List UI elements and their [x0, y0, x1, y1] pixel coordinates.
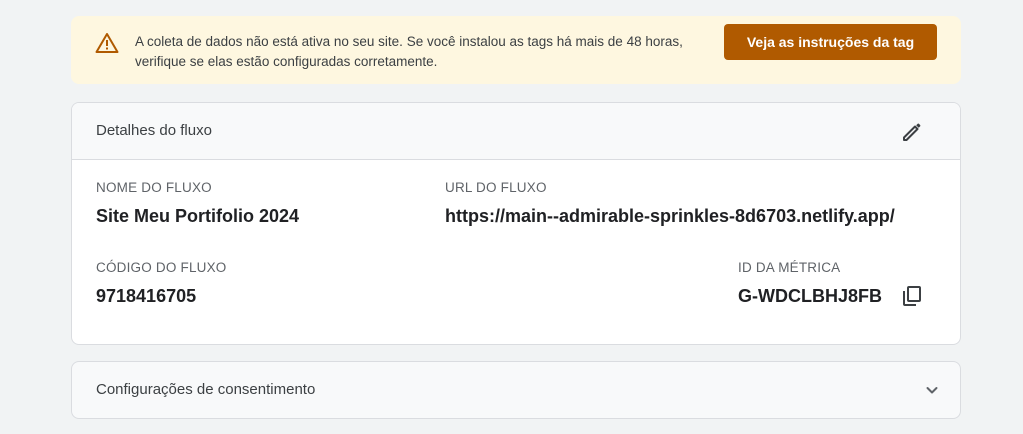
stream-details-title: Detalhes do fluxo — [96, 122, 212, 139]
measurement-id-label: ID DA MÉTRICA — [738, 260, 841, 275]
stream-name: Site Meu Portifolio 2024 — [96, 206, 300, 226]
stream-url-label: URL DO FLUXO — [445, 180, 547, 195]
measurement-id: G-WDCLBHJ8FB — [738, 286, 882, 306]
stream-name-label: NOME DO FLUXO — [96, 180, 212, 195]
stream-url: https://main--admirable-sprinkles-8d6703… — [445, 206, 895, 226]
view-tag-instructions-button[interactable]: Veja as instruções da tag — [724, 24, 937, 60]
copy-icon[interactable] — [900, 284, 924, 308]
warning-icon — [95, 33, 119, 53]
stream-code: 9718416705 — [96, 286, 197, 306]
chevron-down-icon[interactable] — [922, 380, 942, 400]
consent-settings-title: Configurações de consentimento — [96, 381, 316, 398]
stream-details-header: Detalhes do fluxo — [72, 103, 960, 160]
pencil-icon[interactable] — [900, 120, 924, 144]
stream-details-card: Detalhes do fluxo NOME DO FLUXO Site Meu… — [71, 102, 961, 345]
stream-code-label: CÓDIGO DO FLUXO — [96, 260, 227, 275]
consent-settings-panel[interactable]: Configurações de consentimento — [71, 361, 961, 419]
data-collection-alert: A coleta de dados não está ativa no seu … — [71, 16, 961, 84]
alert-message: A coleta de dados não está ativa no seu … — [135, 34, 683, 69]
